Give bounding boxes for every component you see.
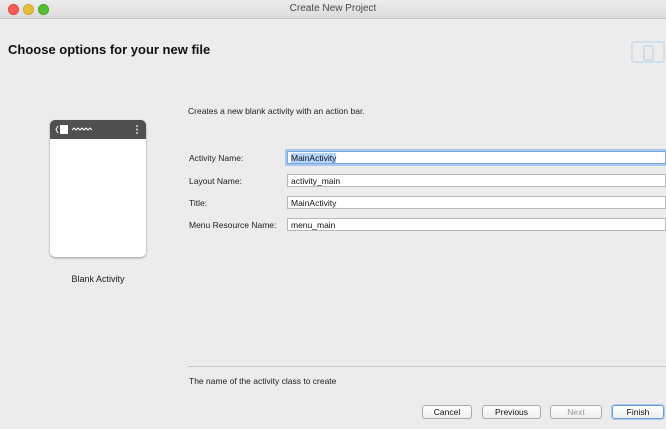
title-label: Title:	[189, 198, 208, 208]
title-field[interactable]: MainActivity	[287, 196, 666, 209]
cancel-button[interactable]: Cancel	[422, 405, 472, 419]
device-icon	[631, 41, 665, 63]
layout-name-field[interactable]: activity_main	[287, 174, 666, 187]
window-title: Create New Project	[289, 3, 377, 14]
template-preview[interactable]	[50, 120, 146, 257]
title-bar: Create New Project	[0, 0, 666, 19]
preview-action-bar	[50, 120, 146, 139]
finish-button[interactable]: Finish	[612, 405, 664, 419]
wizard-content: Blank Activity Creates a new blank activ…	[0, 80, 666, 429]
template-description: Creates a new blank activity with an act…	[188, 106, 365, 116]
layout-name-label: Layout Name:	[189, 176, 242, 186]
next-button[interactable]: Next	[550, 405, 602, 419]
activity-name-value: MainActivity	[291, 153, 337, 163]
menu-resource-name-field[interactable]: menu_main	[287, 218, 666, 231]
menu-resource-name-label: Menu Resource Name:	[189, 220, 277, 230]
activity-name-label: Activity Name:	[189, 153, 244, 163]
phone-preview-icon	[55, 125, 138, 134]
title-value: MainActivity	[291, 198, 337, 208]
layout-name-value: activity_main	[291, 176, 341, 186]
field-hint: The name of the activity class to create	[189, 376, 337, 386]
template-caption: Blank Activity	[71, 274, 125, 284]
menu-resource-name-value: menu_main	[291, 220, 336, 230]
footer-divider	[188, 366, 666, 367]
page-title: Choose options for your new file	[8, 42, 211, 57]
wizard-header: Choose options for your new file	[0, 19, 666, 80]
create-project-window: Create New Project Choose options for yo…	[0, 0, 666, 429]
previous-button[interactable]: Previous	[482, 405, 541, 419]
activity-name-field[interactable]: MainActivity	[287, 151, 666, 164]
